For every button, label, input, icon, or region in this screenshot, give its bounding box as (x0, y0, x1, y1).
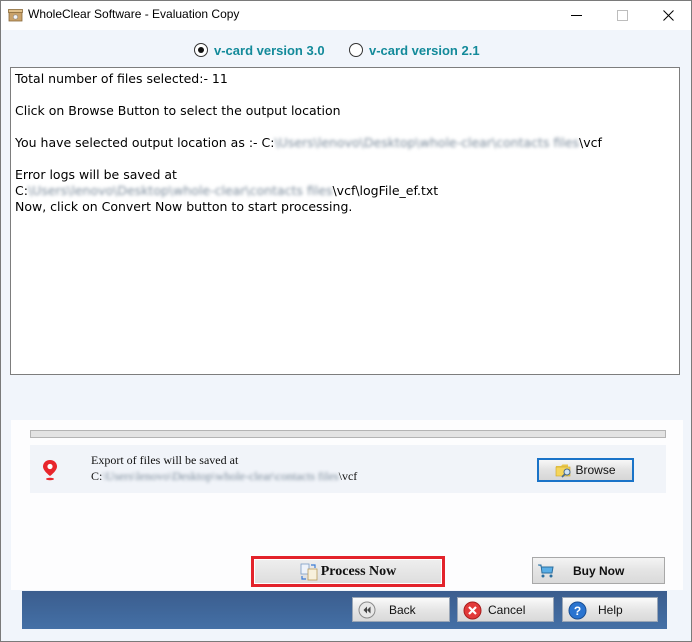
process-now-inner: Process Now (254, 559, 442, 584)
export-location-row: Export of files will be saved at C:\User… (30, 445, 666, 493)
maximize-button[interactable] (599, 1, 645, 30)
log-error-blurred-path: \Users\lenovo\Desktop\whole-clear\contac… (27, 183, 333, 198)
browse-button[interactable]: Browse (537, 458, 634, 482)
log-browse-hint: Click on Browse Button to select the out… (15, 103, 341, 118)
log-selected-suffix: \vcf (578, 135, 602, 150)
export-path-suffix: \vcf (338, 469, 358, 483)
back-icon (358, 601, 376, 619)
cancel-button[interactable]: Cancel (457, 597, 554, 622)
shopping-cart-icon (538, 564, 554, 578)
export-path: C:\Users\lenovo\Desktop\whole-clear\cont… (91, 469, 357, 484)
radio-label: v-card version 2.1 (369, 42, 480, 58)
convert-files-icon (300, 563, 318, 580)
radio-button-checked[interactable] (194, 43, 208, 57)
log-selected-location: You have selected output location as :- … (15, 135, 675, 151)
buy-now-button[interactable]: Buy Now (532, 557, 665, 584)
radio-vcard-2[interactable]: v-card version 2.1 (349, 41, 480, 59)
export-path-blurred: \Users\lenovo\Desktop\whole-clear\contac… (102, 469, 339, 483)
minimize-icon (570, 14, 582, 16)
close-button[interactable] (645, 1, 691, 30)
browse-label: Browse (575, 463, 616, 477)
progress-bar (30, 430, 666, 438)
log-total-files: Total number of files selected:- 11 (15, 71, 228, 86)
log-error-suffix: \vcf\logFile_ef.txt (332, 183, 439, 198)
log-selected-blurred-path: \Users\lenovo\Desktop\whole-clear\contac… (274, 135, 579, 150)
help-icon: ? (568, 601, 587, 620)
cancel-label: Cancel (488, 603, 526, 617)
help-label: Help (598, 603, 623, 617)
title-bar: WholeClear Software - Evaluation Copy (1, 1, 691, 30)
back-button[interactable]: Back (352, 597, 450, 622)
folder-search-icon (556, 464, 571, 478)
log-error-prefix: C: (15, 183, 28, 198)
maximize-icon (616, 10, 628, 21)
back-label: Back (389, 603, 416, 617)
cancel-icon (463, 601, 482, 620)
radio-button-unchecked[interactable] (349, 43, 363, 57)
app-logo-icon (8, 9, 23, 22)
navigation-bar: Back Cancel ? Help (22, 591, 667, 629)
process-now-label: Process Now (320, 563, 397, 579)
buy-now-label: Buy Now (573, 564, 625, 578)
log-error-path: C:\Users\lenovo\Desktop\whole-clear\cont… (15, 183, 675, 199)
log-convert-hint: Now, click on Convert Now button to star… (15, 199, 353, 214)
log-error-label: Error logs will be saved at (15, 167, 177, 182)
export-path-prefix: C: (91, 469, 103, 483)
app-window: WholeClear Software - Evaluation Copy v-… (0, 0, 692, 642)
minimize-button[interactable] (553, 1, 599, 30)
export-label: Export of files will be saved at (91, 453, 239, 467)
window-title: WholeClear Software - Evaluation Copy (28, 7, 240, 21)
radio-label: v-card version 3.0 (214, 42, 325, 58)
svg-text:?: ? (574, 604, 581, 618)
close-icon (662, 10, 674, 21)
log-selected-prefix: You have selected output location as :- … (15, 135, 275, 150)
help-button[interactable]: ? Help (562, 597, 658, 622)
process-now-button[interactable]: Process Now (251, 556, 445, 587)
radio-vcard-3[interactable]: v-card version 3.0 (194, 41, 325, 59)
location-pin-icon (43, 460, 57, 481)
log-textarea[interactable]: Total number of files selected:- 11 Clic… (10, 67, 680, 375)
